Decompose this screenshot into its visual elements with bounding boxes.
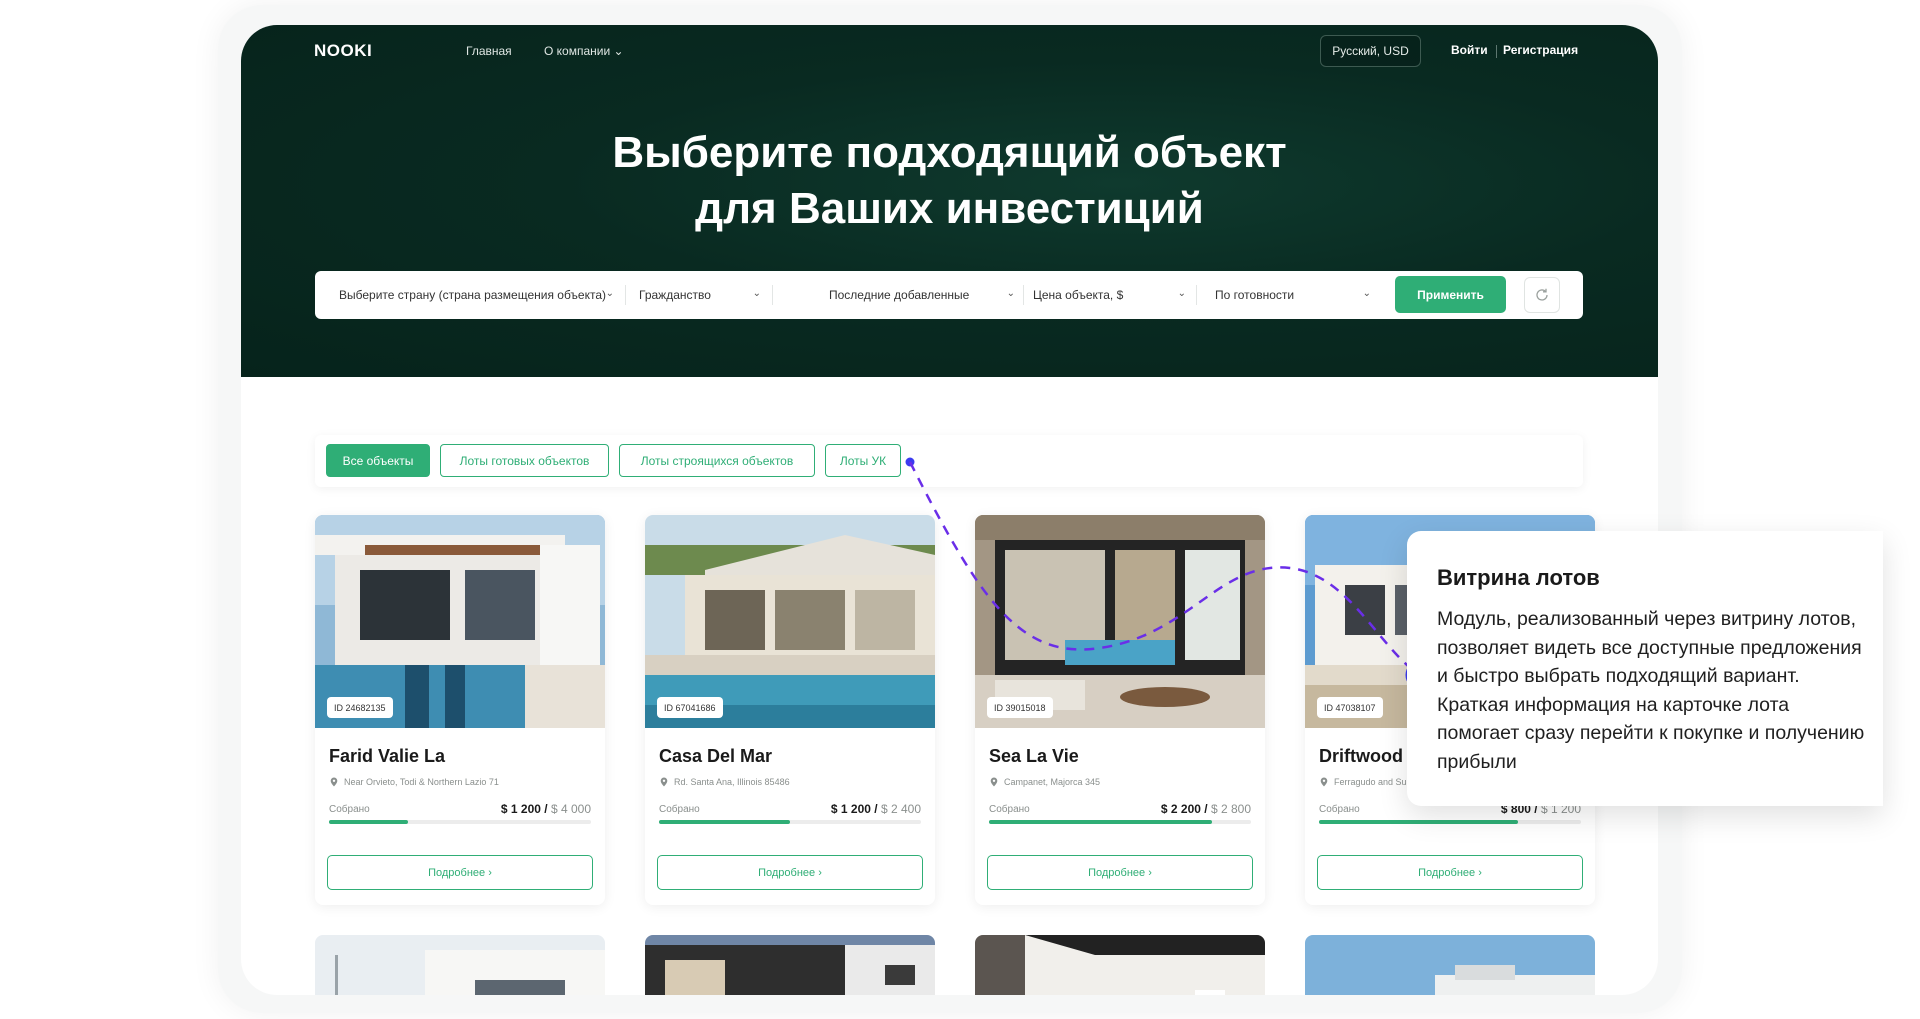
lot-location: Rd. Santa Ana, Illinois 85486 — [659, 777, 790, 787]
details-button[interactable]: Подробнее › — [657, 855, 923, 890]
goal-value: $ 4 000 — [550, 802, 591, 816]
raised-amount: $ 1 200 / $ 2 400 — [830, 802, 921, 816]
citizenship-select[interactable]: Гражданство ⌄ — [639, 271, 761, 319]
lot-tabs: Все объекты Лоты готовых объектов Лоты с… — [315, 435, 1583, 487]
chevron-down-icon: ⌄ — [752, 288, 761, 299]
lot-location: Ferragudo and Surro — [1319, 777, 1418, 787]
callout-title: Витрина лотов — [1437, 565, 1600, 590]
goal-value: $ 2 400 — [880, 802, 921, 816]
raised-label: Собрано — [329, 804, 370, 815]
raised-label: Собрано — [659, 804, 700, 815]
tab-ready-lots[interactable]: Лоты готовых объектов — [440, 444, 609, 477]
nav-home-link[interactable]: Главная — [466, 44, 512, 58]
lot-photo — [1305, 935, 1595, 995]
lot-photo — [645, 935, 935, 995]
apply-button[interactable]: Применить — [1395, 276, 1506, 313]
lot-photo — [315, 935, 605, 995]
progress-bar-fill — [989, 820, 1212, 824]
callout-body: Модуль, реализованный через витрину лото… — [1437, 608, 1865, 773]
lot-photo — [975, 935, 1265, 995]
lot-location: Near Orvieto, Todi & Northern Lazio 71 — [329, 777, 499, 787]
lot-card-partial[interactable] — [645, 935, 935, 995]
header-divider — [1496, 45, 1497, 58]
lot-card-partial[interactable] — [975, 935, 1265, 995]
reset-button[interactable] — [1524, 277, 1560, 313]
lot-name[interactable]: Farid Valie La — [329, 746, 445, 767]
details-button[interactable]: Подробнее › — [327, 855, 593, 890]
raised-value: $ 2 200 — [1160, 802, 1201, 816]
country-select[interactable]: Выберите страну (страна размещения объек… — [339, 271, 614, 319]
readiness-select[interactable]: По готовности ⌄ — [1215, 271, 1371, 319]
lot-name[interactable]: Casa Del Mar — [659, 746, 772, 767]
lot-card[interactable]: ID 39015018 Sea La Vie Campanet, Majorca… — [975, 515, 1265, 905]
location-pin-icon — [330, 777, 338, 787]
sort-select-label: Последние добавленные — [829, 288, 970, 302]
lot-location-text: Ferragudo and Surro — [1334, 777, 1418, 787]
login-link[interactable]: Войти — [1451, 43, 1488, 57]
browser-screen: NOOKI Главная О компании ⌄ Русский, USD … — [241, 25, 1658, 995]
lot-id-badge: ID 39015018 — [987, 697, 1053, 718]
chevron-down-icon: ⌄ — [1177, 288, 1186, 299]
lot-id-badge: ID 67041686 — [657, 697, 723, 718]
chevron-down-icon: ⌄ — [1362, 288, 1371, 299]
lot-card[interactable]: ID 67041686 Casa Del Mar Rd. Santa Ana, … — [645, 515, 935, 905]
citizenship-select-label: Гражданство — [639, 288, 711, 302]
lot-id-badge: ID 24682135 — [327, 697, 393, 718]
tab-all-objects[interactable]: Все объекты — [326, 444, 430, 477]
hero-section: NOOKI Главная О компании ⌄ Русский, USD … — [241, 25, 1658, 377]
location-pin-icon — [1320, 777, 1328, 787]
filter-divider — [625, 285, 626, 305]
lot-location-text: Near Orvieto, Todi & Northern Lazio 71 — [344, 777, 499, 787]
location-pin-icon — [660, 777, 668, 787]
lot-card-partial[interactable] — [1305, 935, 1595, 995]
lot-name[interactable]: Sea La Vie — [989, 746, 1079, 767]
nav-about-dropdown[interactable]: О компании ⌄ — [544, 44, 624, 58]
refresh-icon — [1536, 288, 1548, 301]
register-link[interactable]: Регистрация — [1503, 43, 1578, 57]
page-title-line-2: для Ваших инвестиций — [695, 184, 1204, 233]
filter-divider — [772, 285, 773, 305]
logo[interactable]: NOOKI — [314, 41, 372, 61]
progress-bar — [1319, 820, 1581, 824]
filter-divider — [1196, 285, 1197, 305]
details-button[interactable]: Подробнее › — [1317, 855, 1583, 890]
lot-card-partial[interactable] — [315, 935, 605, 995]
chevron-down-icon: ⌄ — [605, 288, 614, 299]
lot-location: Campanet, Majorca 345 — [989, 777, 1100, 787]
progress-bar — [659, 820, 921, 824]
progress-bar-fill — [1319, 820, 1519, 824]
lot-name[interactable]: Driftwood V — [1319, 746, 1420, 767]
filter-bar: Выберите страну (страна размещения объек… — [315, 271, 1583, 319]
lot-card[interactable]: ID 24682135 Farid Valie La Near Orvieto,… — [315, 515, 605, 905]
location-pin-icon — [990, 777, 998, 787]
price-select-label: Цена объекта, $ — [1033, 288, 1124, 302]
progress-bar-fill — [659, 820, 790, 824]
lot-location-text: Rd. Santa Ana, Illinois 85486 — [674, 777, 790, 787]
progress-bar-fill — [329, 820, 408, 824]
lot-id-badge: ID 47038107 — [1317, 697, 1383, 718]
sort-select[interactable]: Последние добавленные ⌄ — [829, 271, 1015, 319]
details-button[interactable]: Подробнее › — [987, 855, 1253, 890]
raised-amount: $ 2 200 / $ 2 800 — [1160, 802, 1251, 816]
readiness-select-label: По готовности — [1215, 288, 1295, 302]
raised-amount: $ 1 200 / $ 4 000 — [500, 802, 591, 816]
goal-value: $ 2 800 — [1210, 802, 1251, 816]
tab-building-lots[interactable]: Лоты строящихся объектов — [619, 444, 815, 477]
raised-value: $ 1 200 — [500, 802, 541, 816]
page-title: Выберите подходящий объект для Ваших инв… — [241, 125, 1658, 237]
progress-bar — [329, 820, 591, 824]
language-currency-button[interactable]: Русский, USD — [1320, 35, 1421, 67]
raised-label: Собрано — [989, 804, 1030, 815]
tab-uk-lots[interactable]: Лоты УК — [825, 444, 901, 477]
raised-value: $ 1 200 — [830, 802, 871, 816]
country-select-label: Выберите страну (страна размещения объек… — [339, 288, 607, 302]
lots-showcase-callout: Витрина лотов Модуль, реализованный чере… — [1407, 531, 1883, 806]
price-select[interactable]: Цена объекта, $ ⌄ — [1033, 271, 1186, 319]
raised-label: Собрано — [1319, 804, 1360, 815]
page-title-line-1: Выберите подходящий объект — [612, 128, 1287, 177]
filter-divider — [1023, 285, 1024, 305]
progress-bar — [989, 820, 1251, 824]
lot-location-text: Campanet, Majorca 345 — [1004, 777, 1101, 787]
chevron-down-icon: ⌄ — [1006, 288, 1015, 299]
